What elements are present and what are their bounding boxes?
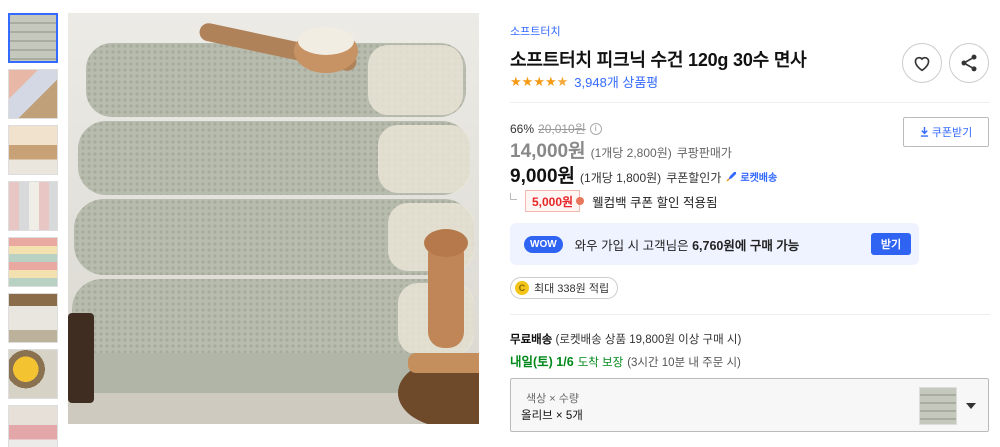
free-shipping-row: 무료배송 (로켓배송 상품 19,800원 이상 구매 시) xyxy=(510,331,741,347)
thumbnail-7[interactable] xyxy=(8,349,58,399)
corner-mark xyxy=(510,192,517,200)
arrival-condition: (3시간 10분 내 주문 시) xyxy=(627,357,741,369)
rating-row: ★ ★ ★ ★ ★ 3,948개 상품평 xyxy=(510,72,658,91)
half-star-icon: ★ xyxy=(556,73,569,89)
star-icon: ★ xyxy=(510,73,522,89)
chevron-down-icon[interactable] xyxy=(966,403,976,409)
welcome-coupon-badge: 5,000원 xyxy=(525,190,585,212)
thumbnail-3[interactable] xyxy=(8,125,58,175)
coin-icon: C xyxy=(515,281,529,295)
thumbnail-8[interactable] xyxy=(8,405,58,447)
star-icon: ★ xyxy=(533,73,545,89)
cash-points-badge: C 최대 338원 적립 xyxy=(510,277,619,299)
product-title: 소프트터치 피크닉 수건 120g 30수 면사 xyxy=(510,50,807,70)
sale-unit-price: (1개당 2,800원) xyxy=(590,146,672,160)
coupon-price: 9,000원 xyxy=(510,166,576,187)
thumbnail-5[interactable] xyxy=(8,237,58,287)
divider xyxy=(510,102,990,103)
review-count-link[interactable]: 3,948개 상품평 xyxy=(574,72,658,91)
coupon-button-label: 쿠폰받기 xyxy=(931,127,973,139)
wow-membership-banner: WOW 와우 가입 시 고객님은 6,760원에 구매 가능 받기 xyxy=(510,223,919,265)
discount-rate: 66% xyxy=(510,121,535,136)
option-header: 색상 × 수량 xyxy=(526,393,580,405)
wow-get-button[interactable]: 받기 xyxy=(871,233,911,255)
heart-icon xyxy=(914,56,930,72)
coupon-download-button[interactable]: 쿠폰받기 xyxy=(903,117,989,147)
free-shipping-detail: (로켓배송 상품 19,800원 이상 구매 시) xyxy=(555,334,742,346)
option-thumbnail xyxy=(919,387,957,425)
arrival-row: 내일(토) 1/6 도착 보장 (3시간 10분 내 주문 시) xyxy=(510,351,741,370)
welcome-coupon-row: 5,000원 웰컴백 쿠폰 할인 적용됨 xyxy=(510,190,718,212)
option-selector[interactable]: 색상 × 수량 올리브 × 5개 xyxy=(510,378,989,432)
discount-row: 66% 20,010원 i xyxy=(510,120,602,137)
brand-link[interactable]: 소프트터치 xyxy=(510,23,561,39)
original-price: 20,010원 xyxy=(538,122,586,136)
sale-price: 14,000원 xyxy=(510,141,586,162)
rocket-delivery-label: 로켓배송 xyxy=(740,172,778,184)
wishlist-button[interactable] xyxy=(902,43,942,83)
star-icon: ★ xyxy=(521,73,534,89)
coupon-price-label: 쿠폰할인가 xyxy=(666,171,722,185)
sale-price-row: 14,000원 (1개당 2,800원) 쿠팡판매가 xyxy=(510,136,732,163)
arrival-guarantee: 도착 보장 xyxy=(577,357,624,369)
rocket-icon xyxy=(726,172,737,182)
thumbnail-list xyxy=(8,13,60,447)
welcome-coupon-text: 웰컴백 쿠폰 할인 적용됨 xyxy=(592,195,718,210)
sale-price-label: 쿠팡판매가 xyxy=(676,146,732,160)
rocket-delivery-badge: 로켓배송 xyxy=(726,169,777,184)
main-product-image xyxy=(68,13,479,424)
share-icon xyxy=(961,54,977,72)
thumbnail-1[interactable] xyxy=(8,13,58,63)
star-icon: ★ xyxy=(544,73,557,89)
share-button[interactable] xyxy=(949,43,989,83)
info-icon[interactable]: i xyxy=(589,122,602,135)
wow-badge: WOW xyxy=(524,235,563,253)
thumbnail-6[interactable] xyxy=(8,293,58,343)
rating-stars: ★ ★ ★ ★ ★ xyxy=(510,73,569,89)
option-value: 올리브 × 5개 xyxy=(521,410,583,422)
wow-text-prefix: 와우 가입 시 고객님은 xyxy=(574,238,689,253)
thumbnail-2[interactable] xyxy=(8,69,58,119)
wow-amount: 6,760원에 구매 가능 xyxy=(692,238,800,253)
free-shipping-label: 무료배송 xyxy=(510,334,553,346)
divider xyxy=(510,314,990,315)
coupon-unit-price: (1개당 1,800원) xyxy=(580,171,662,185)
thumbnail-4[interactable] xyxy=(8,181,58,231)
points-text: 최대 338원 적립 xyxy=(534,283,610,295)
wow-text: 와우 가입 시 고객님은 6,760원에 구매 가능 xyxy=(575,235,800,254)
coupon-price-row: 9,000원 (1개당 1,800원) 쿠폰할인가 로켓배송 xyxy=(510,161,777,188)
download-icon xyxy=(920,127,928,137)
arrival-date: 내일(토) 1/6 xyxy=(510,355,574,369)
